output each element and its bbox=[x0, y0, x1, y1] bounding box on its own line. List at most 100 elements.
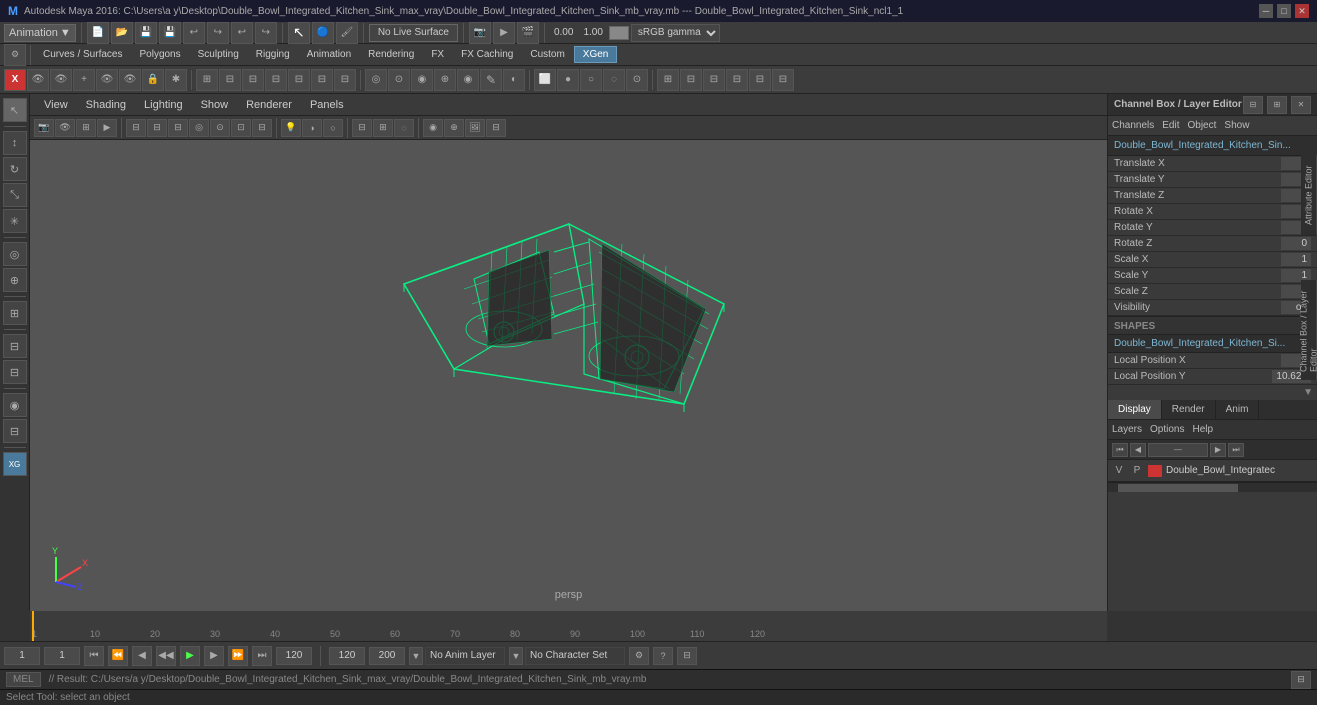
scale-z-row[interactable]: Scale Z 1 bbox=[1108, 284, 1317, 300]
panel-float-btn[interactable]: ⊞ bbox=[1267, 96, 1287, 114]
pivot-tool[interactable]: ⊕ bbox=[3, 268, 27, 292]
tb-transform-button[interactable]: ⊞ bbox=[196, 69, 218, 91]
animation-menu[interactable]: Animation bbox=[299, 47, 359, 62]
tb-view-button[interactable]: ⊟ bbox=[219, 69, 241, 91]
tb-anim4-button[interactable]: ⊟ bbox=[749, 69, 771, 91]
layers-scroll-thumb[interactable] bbox=[1118, 484, 1238, 492]
vp-jtsel-btn[interactable]: ⊙ bbox=[210, 119, 230, 137]
layer-nav-prev[interactable]: ◀ bbox=[1130, 443, 1146, 457]
lasso-button[interactable]: 🔵 bbox=[312, 22, 334, 44]
vp-obj-btn[interactable]: ⊟ bbox=[486, 119, 506, 137]
mel-label[interactable]: MEL bbox=[6, 672, 41, 687]
vp-persp-btn[interactable]: 👁 bbox=[55, 119, 75, 137]
paint-sel-button[interactable]: 🖌 bbox=[336, 22, 358, 44]
layer-lt[interactable]: ⊟ bbox=[3, 419, 27, 443]
render-button[interactable]: ▶ bbox=[493, 22, 515, 44]
layer-nav-prev-prev[interactable]: ⏮ bbox=[1112, 443, 1128, 457]
tb-view6-button[interactable]: ⊟ bbox=[334, 69, 356, 91]
layer-nav-center[interactable]: ― bbox=[1148, 443, 1208, 457]
range-end-input[interactable] bbox=[369, 647, 405, 665]
step-forward-btn[interactable]: ⏩ bbox=[228, 646, 248, 666]
next-key-btn[interactable]: ▶ bbox=[204, 646, 224, 666]
open-button[interactable]: 📂 bbox=[111, 22, 133, 44]
tb-lock-button[interactable]: 🔒 bbox=[142, 69, 164, 91]
vp-anim-btn[interactable]: ▶ bbox=[97, 119, 117, 137]
vp-wire-smooth-btn[interactable]: ⊟ bbox=[168, 119, 188, 137]
local-pos-y-row[interactable]: Local Position Y 10.621 bbox=[1108, 369, 1317, 385]
xgen-menu[interactable]: XGen bbox=[574, 46, 618, 63]
vp-smooth-btn[interactable]: ⊟ bbox=[147, 119, 167, 137]
options-menu-item[interactable]: Options bbox=[1150, 424, 1184, 435]
show-manipulator[interactable]: ⊞ bbox=[3, 301, 27, 325]
step-back-btn[interactable]: ⏪ bbox=[108, 646, 128, 666]
xgen-lt[interactable]: XG bbox=[3, 452, 27, 476]
mode-selector[interactable]: Animation ▼ bbox=[4, 24, 76, 42]
new-scene-button[interactable]: 📄 bbox=[87, 22, 109, 44]
custom-menu[interactable]: Custom bbox=[522, 47, 572, 62]
layer-nav-next-next[interactable]: ⏭ bbox=[1228, 443, 1244, 457]
anim-layer-toggle[interactable]: ▼ bbox=[409, 647, 423, 665]
view-menu[interactable]: View bbox=[36, 97, 76, 113]
bc-help-btn[interactable]: ? bbox=[653, 647, 673, 665]
scale-x-row[interactable]: Scale X 1 bbox=[1108, 252, 1317, 268]
rigging-menu[interactable]: Rigging bbox=[248, 47, 298, 62]
tb-add-button[interactable]: + bbox=[73, 69, 95, 91]
bc-settings-btn[interactable]: ⚙ bbox=[629, 647, 649, 665]
tb-view5-button[interactable]: ⊟ bbox=[311, 69, 333, 91]
render-tab[interactable]: Render bbox=[1162, 400, 1216, 419]
settings-button[interactable]: ⚙ bbox=[4, 44, 26, 66]
translate-tool[interactable]: ↕ bbox=[3, 131, 27, 155]
help-menu-item[interactable]: Help bbox=[1192, 424, 1213, 435]
rotate-y-row[interactable]: Rotate Y 0 bbox=[1108, 220, 1317, 236]
vp-snap-btn[interactable]: ⊕ bbox=[444, 119, 464, 137]
status-expand-btn[interactable]: ⊟ bbox=[1291, 671, 1311, 689]
select-tool-button[interactable]: ↖ bbox=[288, 22, 310, 44]
vp-shadow-btn[interactable]: ◑ bbox=[302, 119, 322, 137]
show-menu-item[interactable]: Show bbox=[1224, 120, 1249, 131]
panel-collapse-btn[interactable]: ⊟ bbox=[1243, 96, 1263, 114]
tb-anim3-button[interactable]: ⊟ bbox=[726, 69, 748, 91]
translate-y-row[interactable]: Translate Y 0 bbox=[1108, 172, 1317, 188]
rotate-z-row[interactable]: Rotate Z 0 bbox=[1108, 236, 1317, 252]
tb-persp-button[interactable]: 👁 bbox=[27, 69, 49, 91]
edit-menu-item[interactable]: Edit bbox=[1162, 120, 1179, 131]
visibility-row[interactable]: Visibility on bbox=[1108, 300, 1317, 316]
tb-look2-button[interactable]: 👁 bbox=[119, 69, 141, 91]
rendering-menu[interactable]: Rendering bbox=[360, 47, 422, 62]
tb-anim1-button[interactable]: ⊟ bbox=[680, 69, 702, 91]
vp-light-btn[interactable]: 💡 bbox=[281, 119, 301, 137]
vp-grid-btn[interactable]: ⊞ bbox=[373, 119, 393, 137]
vp-wireframe-btn[interactable]: ⊟ bbox=[126, 119, 146, 137]
vp-img-btn[interactable]: 🖼 bbox=[465, 119, 485, 137]
tb-paint-button[interactable]: ✎ bbox=[480, 69, 502, 91]
minimize-button[interactable]: ─ bbox=[1259, 4, 1273, 18]
display-tab[interactable]: Display bbox=[1108, 400, 1162, 419]
tb-anim5-button[interactable]: ⊟ bbox=[772, 69, 794, 91]
snap-to-grid[interactable]: ⊟ bbox=[3, 334, 27, 358]
vp-uvtex-btn[interactable]: ⊟ bbox=[252, 119, 272, 137]
tb-view4-button[interactable]: ⊟ bbox=[288, 69, 310, 91]
tb-view3-button[interactable]: ⊟ bbox=[265, 69, 287, 91]
scale-tool[interactable]: ⤡ bbox=[3, 183, 27, 207]
tb-softsel-button[interactable]: ◉ bbox=[457, 69, 479, 91]
tb-x-button[interactable]: X bbox=[4, 69, 26, 91]
end-frame-input[interactable] bbox=[276, 647, 312, 665]
undo-button[interactable]: ↩ bbox=[183, 22, 205, 44]
layers-menu-item[interactable]: Layers bbox=[1112, 424, 1142, 435]
sculpting-menu[interactable]: Sculpting bbox=[190, 47, 247, 62]
tb-render2-button[interactable]: ◐ bbox=[503, 69, 525, 91]
rotate-z-value[interactable]: 0 bbox=[1281, 237, 1311, 250]
undo2-button[interactable]: ↩ bbox=[231, 22, 253, 44]
color-swatch[interactable] bbox=[609, 26, 629, 40]
ipr-button[interactable]: 🎬 bbox=[517, 22, 539, 44]
renderer-menu[interactable]: Renderer bbox=[238, 97, 300, 113]
channel-box-tab[interactable]: Channel Box / Layer Editor bbox=[1301, 280, 1317, 380]
anim-tab[interactable]: Anim bbox=[1216, 400, 1260, 419]
close-button[interactable]: ✕ bbox=[1295, 4, 1309, 18]
lighting-menu[interactable]: Lighting bbox=[136, 97, 191, 113]
play-back-btn[interactable]: ◀◀ bbox=[156, 646, 176, 666]
snap-to-curve[interactable]: ⊟ bbox=[3, 360, 27, 384]
vp-cam-btn[interactable]: 📷 bbox=[34, 119, 54, 137]
bc-expand-btn[interactable]: ⊟ bbox=[677, 647, 697, 665]
object-menu-item[interactable]: Object bbox=[1188, 120, 1217, 131]
